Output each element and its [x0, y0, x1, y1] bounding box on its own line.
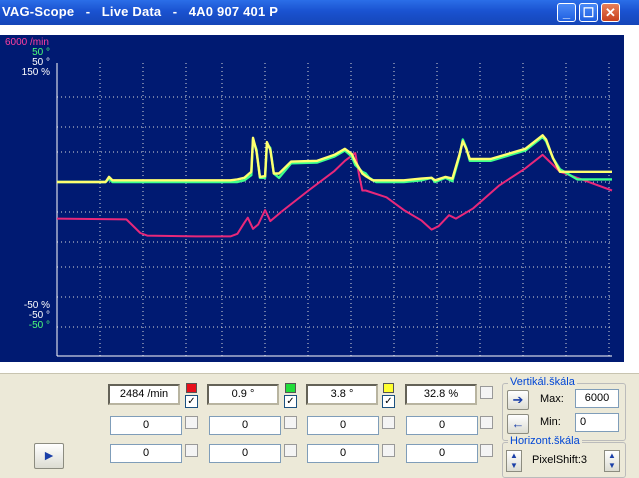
- value-field-rpm: 2484 /min: [108, 384, 180, 405]
- title-bar[interactable]: VAG-Scope - Live Data - 4A0 907 401 P _ …: [0, 0, 639, 25]
- checkbox-percent[interactable]: [480, 386, 493, 399]
- checkbox-angle1[interactable]: ✓: [284, 395, 297, 408]
- value-field-percent: 32.8 %: [405, 384, 477, 405]
- value-field-r2c2: 0: [209, 416, 281, 435]
- pixelshift-value: PixelShift:3: [532, 454, 588, 466]
- axis-top-label-3: 150 %: [22, 67, 50, 78]
- control-panel: 2484 /min ✓ 0.9 ° ✓ 3.8 ° ✓ 32.8 % 0 0 0…: [0, 373, 639, 478]
- value-field-r2c3: 0: [307, 416, 379, 435]
- horizontal-scale-title: Horizont.škála: [508, 435, 582, 447]
- value-field-angle2: 3.8 °: [306, 384, 378, 405]
- max-label: Max:: [540, 393, 564, 405]
- checkbox-r2c4[interactable]: [480, 416, 493, 429]
- min-label: Min:: [540, 416, 561, 428]
- scale-up-button[interactable]: ➔: [507, 390, 529, 410]
- min-value-field[interactable]: 0: [575, 413, 619, 432]
- live-data-plot: 6000 /min 50 ° 50 ° 150 % -50 % -50 ° -50 °: [0, 35, 624, 362]
- value-field-r2c4: 0: [406, 416, 478, 435]
- window-title: VAG-Scope - Live Data - 4A0 907 401 P: [2, 4, 279, 19]
- max-value-field[interactable]: 6000: [575, 389, 619, 408]
- value-field-r3c4: 0: [406, 444, 478, 463]
- color-swatch-3: [383, 383, 394, 393]
- maximize-button[interactable]: ☐: [579, 3, 598, 22]
- chart-canvas: 6000 /min50 °50 °150 %-50 %-50 °-50 °: [5, 37, 613, 357]
- color-swatch-2: [285, 383, 296, 393]
- value-field-r3c2: 0: [209, 444, 281, 463]
- pixelshift-left-spin[interactable]: ▲ ▼: [506, 450, 522, 472]
- checkbox-r3c2[interactable]: [284, 444, 297, 457]
- vertical-scale-title: Vertikál.škála: [508, 376, 577, 388]
- checkbox-r3c3[interactable]: [382, 444, 395, 457]
- value-field-r2c1: 0: [110, 416, 182, 435]
- close-button[interactable]: ✕: [601, 3, 620, 22]
- checkbox-r2c2[interactable]: [284, 416, 297, 429]
- minimize-button[interactable]: _: [557, 3, 576, 22]
- checkbox-r2c1[interactable]: [185, 416, 198, 429]
- series-line-0: [56, 152, 613, 238]
- checkbox-angle2[interactable]: ✓: [382, 395, 395, 408]
- value-field-angle1: 0.9 °: [207, 384, 279, 405]
- checkbox-r2c3[interactable]: [382, 416, 395, 429]
- axis-bottom-label-2: -50 °: [29, 320, 50, 331]
- series-line-1: [57, 135, 612, 184]
- play-button[interactable]: ►: [34, 443, 64, 469]
- value-field-r3c3: 0: [307, 444, 379, 463]
- checkbox-r3c4[interactable]: [480, 444, 493, 457]
- pixelshift-right-spin[interactable]: ▲ ▼: [604, 450, 620, 472]
- value-field-r3c1: 0: [110, 444, 182, 463]
- series-line-2: [57, 134, 612, 184]
- color-swatch-1: [186, 383, 197, 393]
- checkbox-rpm[interactable]: ✓: [185, 395, 198, 408]
- scale-down-button[interactable]: ←: [507, 414, 529, 434]
- checkbox-r3c1[interactable]: [185, 444, 198, 457]
